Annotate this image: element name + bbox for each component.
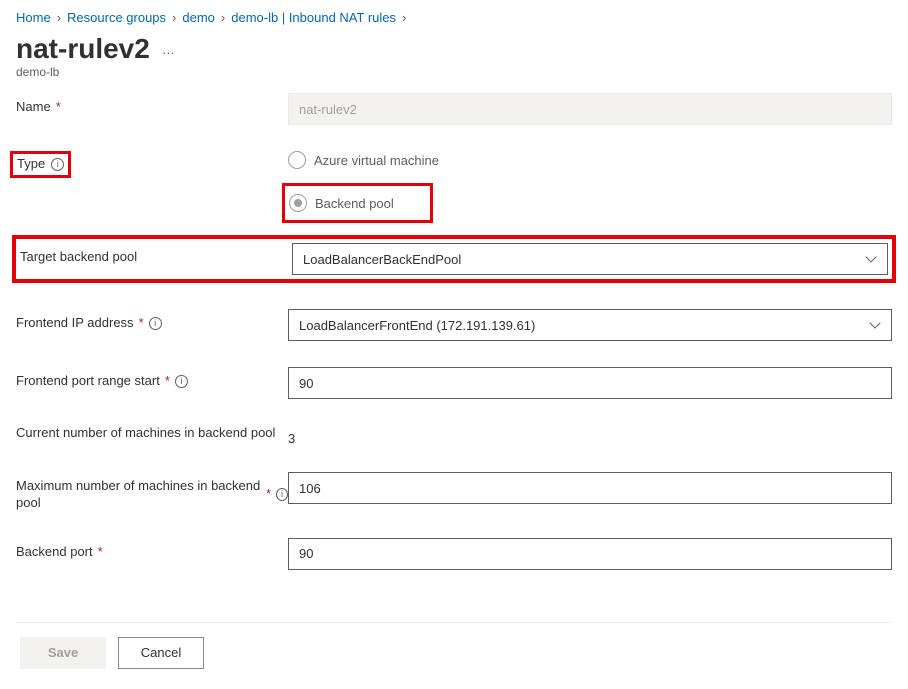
- type-radio-azure-vm[interactable]: Azure virtual machine: [288, 151, 892, 169]
- target-backend-pool-select[interactable]: LoadBalancerBackEndPool: [292, 243, 888, 275]
- cancel-button[interactable]: Cancel: [118, 637, 204, 669]
- breadcrumb-resource-groups[interactable]: Resource groups: [67, 10, 166, 25]
- frontend-port-start-input[interactable]: [288, 367, 892, 399]
- radio-icon: [289, 194, 307, 212]
- breadcrumb-demo[interactable]: demo: [182, 10, 215, 25]
- chevron-right-icon: ›: [57, 10, 61, 25]
- current-machines-value: 3: [288, 431, 295, 446]
- page-subtitle: demo-lb: [16, 65, 892, 79]
- current-machines-label: Current number of machines in backend po…: [16, 425, 288, 442]
- backend-port-input[interactable]: [288, 538, 892, 570]
- max-machines-label: Maximum number of machines in backend po…: [16, 472, 288, 512]
- frontend-ip-label: Frontend IP address* i: [16, 309, 288, 332]
- page-title: nat-rulev2: [16, 33, 150, 65]
- frontend-port-start-label: Frontend port range start* i: [16, 367, 288, 390]
- info-icon[interactable]: i: [276, 488, 288, 501]
- name-input: [288, 93, 892, 125]
- target-backend-pool-label: Target backend pool: [20, 243, 292, 266]
- breadcrumb-demo-lb-nat[interactable]: demo-lb | Inbound NAT rules: [231, 10, 396, 25]
- name-label: Name*: [16, 93, 288, 116]
- chevron-down-icon: [865, 253, 877, 265]
- chevron-right-icon: ›: [402, 10, 406, 25]
- chevron-down-icon: [869, 319, 881, 331]
- chevron-right-icon: ›: [221, 10, 225, 25]
- chevron-right-icon: ›: [172, 10, 176, 25]
- radio-icon: [288, 151, 306, 169]
- frontend-ip-select[interactable]: LoadBalancerFrontEnd (172.191.139.61): [288, 309, 892, 341]
- breadcrumb-home[interactable]: Home: [16, 10, 51, 25]
- backend-port-label: Backend port*: [16, 538, 288, 561]
- type-radio-backend-pool[interactable]: Backend pool: [289, 194, 394, 212]
- type-label: Type i: [10, 151, 71, 178]
- save-button: Save: [20, 637, 106, 669]
- type-radio-group: Azure virtual machine Backend pool: [288, 151, 892, 223]
- info-icon[interactable]: i: [51, 158, 64, 171]
- max-machines-input[interactable]: [288, 472, 892, 504]
- info-icon[interactable]: i: [175, 375, 188, 388]
- breadcrumb: Home › Resource groups › demo › demo-lb …: [16, 10, 892, 25]
- more-icon[interactable]: …: [162, 42, 177, 57]
- info-icon[interactable]: i: [149, 317, 162, 330]
